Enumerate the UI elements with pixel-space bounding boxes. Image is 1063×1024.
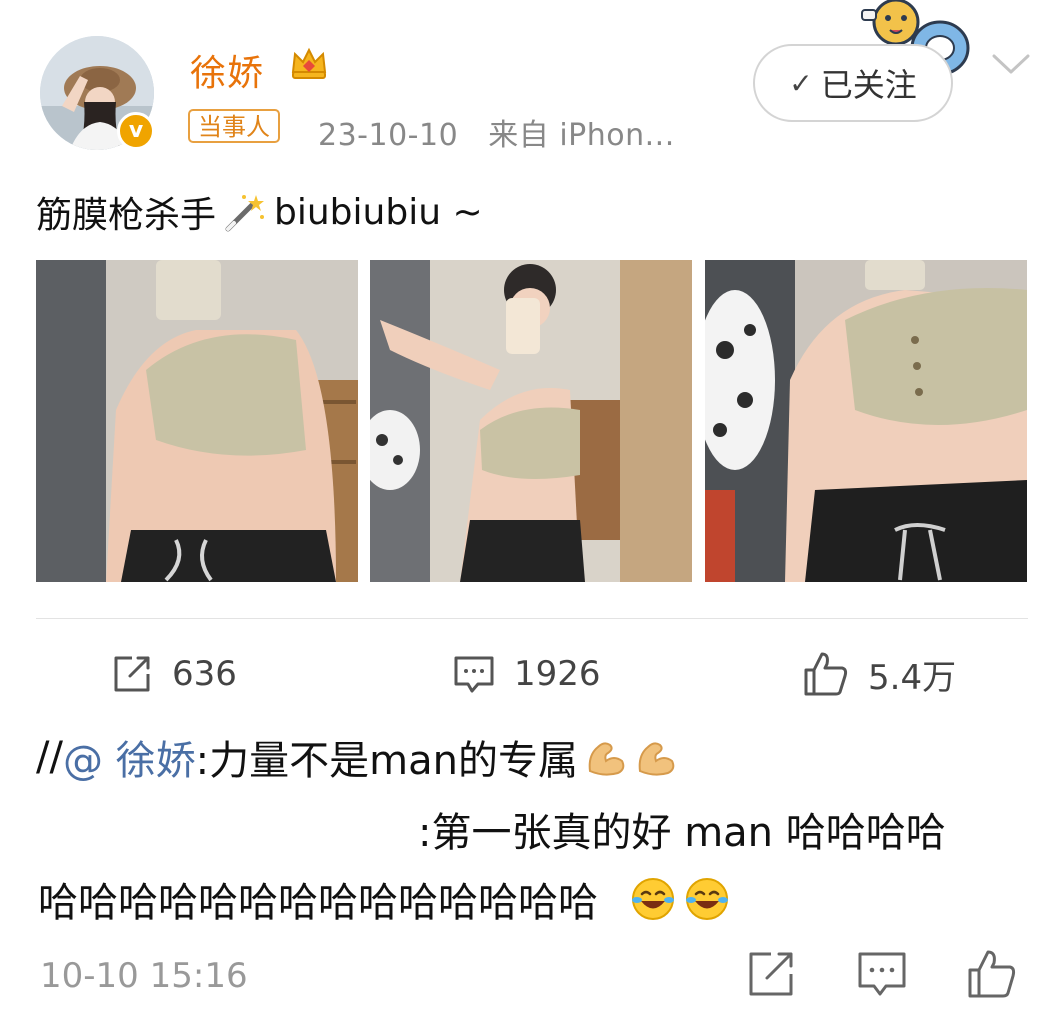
post-date: 23-10-10: [318, 118, 459, 153]
repost-count: 636: [172, 654, 237, 694]
like-count: 5.4万: [868, 657, 957, 698]
repost-prefix: //: [36, 734, 63, 780]
repost-line-3-text: 哈哈哈哈哈哈哈哈哈哈哈哈哈哈: [38, 880, 598, 926]
role-badge: 当事人: [188, 109, 280, 143]
follow-button[interactable]: ✓ 已关注: [753, 44, 953, 122]
thumbs-up-icon: [804, 652, 848, 696]
post-image-3[interactable]: [705, 260, 1027, 582]
repost-icon[interactable]: [745, 948, 797, 1000]
post-text: 筋膜枪杀手 biubiubiu ~: [36, 186, 483, 238]
verified-badge-icon: v: [117, 112, 155, 150]
repost-line-3: 哈哈哈哈哈哈哈哈哈哈哈哈哈哈: [38, 870, 730, 928]
like-button[interactable]: 5.4万: [802, 648, 956, 700]
chevron-down-icon[interactable]: [990, 48, 1032, 78]
comment-count: 1926: [514, 654, 601, 694]
post-source: 来自 iPhon...: [488, 118, 675, 153]
follow-label: 已关注: [820, 66, 917, 104]
mention-link[interactable]: @ 徐娇: [63, 728, 196, 786]
repost-line-1-text: :力量不是man的专属: [195, 738, 578, 784]
flexed-biceps-icon: [588, 742, 625, 776]
repost-icon: [114, 656, 150, 692]
flexed-biceps-icon: [638, 742, 675, 776]
comment-icon[interactable]: [856, 948, 908, 1000]
laughing-tears-icon: [632, 878, 674, 920]
check-icon: ✓: [789, 66, 813, 100]
comment-icon: [454, 656, 494, 693]
post-text-main: 筋膜枪杀手: [36, 195, 217, 236]
laughing-tears-icon: [686, 878, 728, 920]
username[interactable]: 徐娇: [190, 44, 264, 96]
repost-timestamp: 10-10 15:16: [40, 956, 248, 996]
magic-wand-icon: [225, 195, 265, 232]
post-text-suffix: biubiubiu ~: [274, 191, 483, 233]
thumbs-up-icon[interactable]: [966, 948, 1018, 1000]
repost-line-1: // @ 徐娇 :力量不是man的专属: [36, 728, 678, 786]
comment-button[interactable]: 1926: [452, 648, 601, 700]
crown-icon: [291, 47, 327, 79]
post-image-2[interactable]: [370, 260, 692, 582]
post-meta: 23-10-10 来自 iPhon...: [318, 110, 675, 154]
repost-line-2: :第一张真的好 man 哈哈哈哈: [418, 810, 946, 856]
repost-button[interactable]: 636: [110, 648, 237, 700]
divider: [36, 618, 1028, 619]
post-image-1[interactable]: [36, 260, 358, 582]
